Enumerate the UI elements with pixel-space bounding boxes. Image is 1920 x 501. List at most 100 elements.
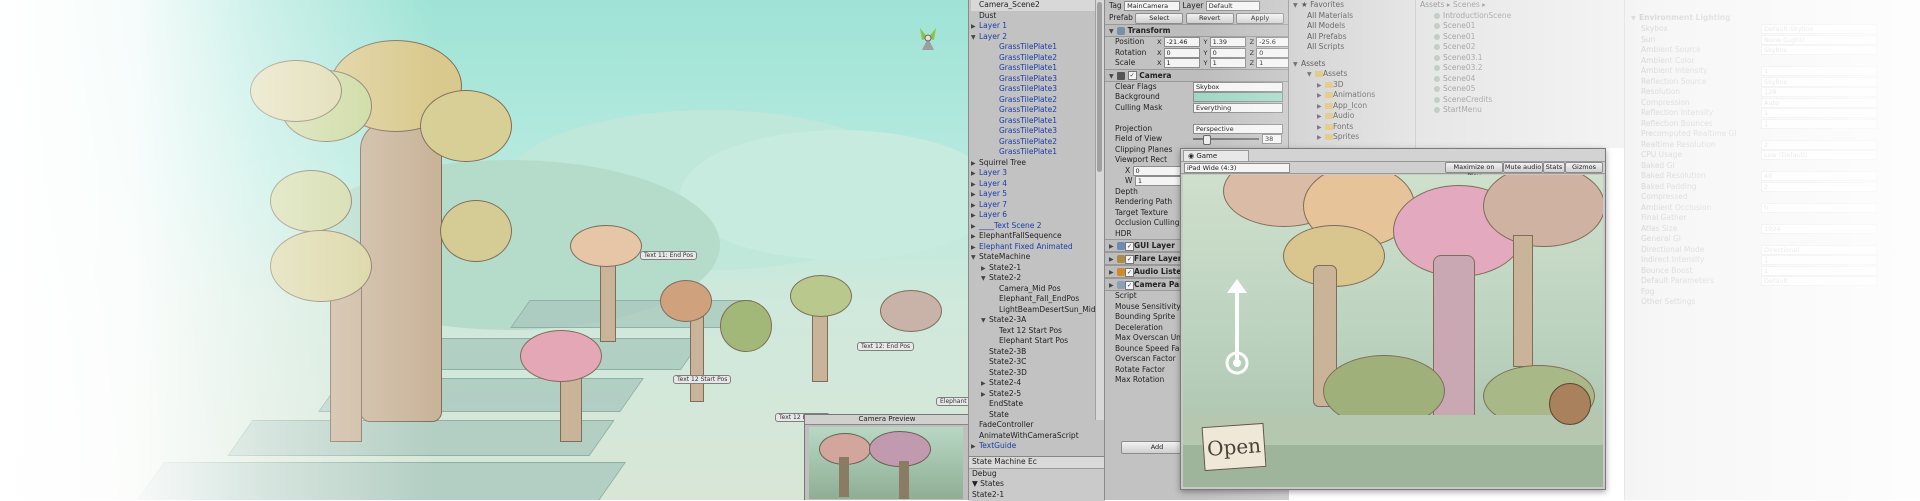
lighting-value-field[interactable]: 2 <box>1761 181 1877 192</box>
scene-view[interactable]: Text 11: End Pos Text 12: End Pos Text 1… <box>0 0 968 500</box>
transform-x-field[interactable]: -21.46 <box>1163 37 1200 47</box>
prefab-revert-button[interactable]: Revert <box>1185 12 1234 24</box>
maximize-on-play-toggle[interactable]: Maximize on Play <box>1445 162 1503 180</box>
lighting-row[interactable]: Final Gather <box>1641 213 1920 224</box>
hierarchy-item[interactable]: GrassTilePlate3 <box>971 126 1105 137</box>
game-window[interactable]: ◉ Game iPad Wide (4:3) Maximize on Play … <box>1180 148 1606 490</box>
expand-arrow-icon[interactable]: ▼ <box>981 274 989 285</box>
hierarchy-item[interactable]: Elephant Start Pos <box>971 336 1105 347</box>
states-row[interactable]: ▼ States <box>969 479 1105 490</box>
lighting-row[interactable]: Other Settings <box>1641 297 1920 308</box>
hierarchy-item[interactable]: EndState <box>971 399 1105 410</box>
expand-arrow-icon[interactable]: ▶ <box>971 232 979 243</box>
hierarchy-item[interactable]: State2-3B <box>971 347 1105 358</box>
lighting-row[interactable]: Realtime Resolution 2 <box>1641 139 1920 151</box>
scene-asset[interactable]: SceneCredits <box>1434 95 1620 106</box>
hierarchy-item[interactable]: ▶ State2-1 <box>971 263 1105 274</box>
expand-arrow-icon[interactable]: ▼ <box>971 253 979 264</box>
transform-y-field[interactable]: 0 <box>1209 47 1246 58</box>
favorite-item[interactable]: All Prefabs <box>1307 32 1413 43</box>
prefab-select-button[interactable]: Select <box>1135 12 1184 24</box>
lighting-value-field[interactable]: Skybox <box>1761 76 1877 87</box>
project-breadcrumb[interactable]: Assets ▸ Scenes ▸ <box>1420 0 1620 11</box>
scene-asset[interactable]: IntroductionScene <box>1434 11 1620 22</box>
hierarchy-item[interactable]: State2-3C <box>971 357 1105 368</box>
lighting-row[interactable]: Skybox Default-Skybox <box>1641 24 1920 35</box>
layer-dropdown[interactable]: Default <box>1205 1 1260 11</box>
camera-row-dropdown[interactable]: Skybox <box>1193 81 1283 92</box>
lighting-row[interactable]: Precomputed Realtime GI <box>1641 129 1920 140</box>
hedgehog-character[interactable] <box>1549 383 1591 425</box>
scene-asset[interactable]: Scene04 <box>1434 74 1620 85</box>
expand-arrow-icon[interactable]: ▶ <box>981 379 989 390</box>
lighting-value-field[interactable]: 1 <box>1761 118 1877 129</box>
hierarchy-item[interactable]: ▶ Layer 6 <box>971 210 1105 221</box>
hierarchy-item[interactable]: ▶ ElephantFallSequence <box>971 231 1105 242</box>
scene-asset[interactable]: Scene02 <box>1434 42 1620 53</box>
hierarchy-list[interactable]: Camera_Scene2 Dust ▶ Layer 1 ▼ Layer 2 GrassTi… <box>969 0 1105 452</box>
hierarchy-item[interactable]: GrassTilePlate2 <box>971 95 1105 106</box>
lighting-value-field[interactable]: Default-Skybox <box>1761 24 1877 34</box>
lighting-row[interactable]: Resolution 128 <box>1641 87 1920 98</box>
expand-arrow-icon[interactable]: ▶ <box>971 22 979 33</box>
hierarchy-panel[interactable]: Camera_Scene2 Dust ▶ Layer 1 ▼ Layer 2 GrassTi… <box>968 0 1105 501</box>
asset-folder[interactable]: ▶ Audio <box>1303 111 1413 122</box>
component-enabled-checkbox[interactable]: ✓ <box>1125 267 1134 277</box>
lighting-row[interactable]: Directional Mode Directional <box>1641 244 1920 256</box>
lighting-row[interactable]: Baked Resolution 40 <box>1641 171 1920 182</box>
expand-arrow-icon[interactable]: ▶ <box>971 442 979 453</box>
camera-component-header[interactable]: ▼ ✓ Camera <box>1105 68 1289 82</box>
lighting-value-field[interactable]: Directional <box>1761 244 1877 255</box>
hierarchy-item[interactable]: GrassTilePlate1 <box>971 116 1105 127</box>
fov-slider[interactable] <box>1193 135 1259 145</box>
open-sign[interactable]: Open <box>1201 422 1267 472</box>
asset-folder[interactable]: ▶ Fonts <box>1303 122 1413 133</box>
hierarchy-item[interactable]: State <box>971 410 1105 421</box>
hierarchy-item[interactable]: ▶ Layer 5 <box>971 189 1105 200</box>
hierarchy-item[interactable]: ▶ Layer 1 <box>971 21 1105 32</box>
scene-asset[interactable]: Scene01 <box>1434 32 1620 43</box>
stats-toggle[interactable]: Stats <box>1543 162 1565 173</box>
lighting-value-field[interactable]: Low (Default) <box>1761 150 1877 160</box>
transform-z-field[interactable]: 0 <box>1256 47 1293 58</box>
lighting-value-field[interactable]: 1 <box>1761 265 1877 276</box>
expand-arrow-icon[interactable]: ▶ <box>971 169 979 180</box>
lighting-row[interactable]: Reflection Source Skybox <box>1641 76 1920 88</box>
lighting-row[interactable]: Ambient Occlusion 0 <box>1641 202 1920 214</box>
state-machine-editor[interactable]: State Machine Ec Debug ▼ States State2-1 <box>969 456 1105 501</box>
asset-folder[interactable]: ▶ App_Icon <box>1303 101 1413 112</box>
lighting-panel[interactable]: ▼ Environment Lighting Skybox Default-Skyb… <box>1624 0 1920 500</box>
game-tabbar[interactable]: ◉ Game <box>1181 149 1605 162</box>
lighting-value-field[interactable]: 1024 <box>1761 223 1877 234</box>
aspect-dropdown[interactable]: iPad Wide (4:3) <box>1184 163 1290 173</box>
assets-header[interactable]: ▼ Assets <box>1293 59 1413 70</box>
hierarchy-item[interactable]: LightBeamDesertSun_Mid <box>971 305 1105 316</box>
hierarchy-item[interactable]: AnimateWithCameraScript <box>971 431 1105 442</box>
lighting-value-field[interactable]: 0 <box>1761 202 1877 213</box>
asset-folder[interactable]: ▶ Sprites <box>1303 132 1413 143</box>
lighting-value-field[interactable]: None (Light) <box>1761 34 1877 45</box>
tag-dropdown[interactable]: MainCamera <box>1124 1 1181 11</box>
hierarchy-item[interactable]: State2-3D <box>971 368 1105 379</box>
hierarchy-item[interactable]: ▶ State2-5 <box>971 389 1105 400</box>
debug-row[interactable]: Debug <box>969 469 1105 480</box>
lighting-row[interactable]: Reflection Bounces 1 <box>1641 118 1920 130</box>
hierarchy-item[interactable]: ▶ Layer 4 <box>971 179 1105 190</box>
hierarchy-item[interactable]: GrassTilePlate3 <box>971 84 1105 95</box>
camera-row-dropdown[interactable]: Perspective <box>1193 123 1283 134</box>
transform-y-field[interactable]: 1 <box>1209 58 1246 68</box>
lighting-row[interactable]: Bounce Boost 1 <box>1641 265 1920 277</box>
game-view-render[interactable]: Open <box>1183 175 1603 487</box>
hierarchy-item[interactable]: ▶ State2-4 <box>971 378 1105 389</box>
camera-row-dropdown[interactable]: Everything <box>1193 102 1283 113</box>
scene-label[interactable]: Text 11: End Pos <box>640 251 698 260</box>
hierarchy-item[interactable]: GrassTilePlate2 <box>971 105 1105 116</box>
lighting-row[interactable]: Indirect Intensity 1 <box>1641 255 1920 266</box>
expand-arrow-icon[interactable]: ▼ <box>981 316 989 327</box>
lighting-row[interactable]: Fog <box>1641 287 1920 298</box>
scene-asset[interactable]: Scene03.2 <box>1434 63 1620 74</box>
hierarchy-scrollbar[interactable] <box>1095 0 1104 420</box>
favorite-item[interactable]: All Materials <box>1307 11 1413 22</box>
transform-z-field[interactable]: -25.6 <box>1256 37 1293 47</box>
camera-enabled-checkbox[interactable]: ✓ <box>1127 71 1137 80</box>
